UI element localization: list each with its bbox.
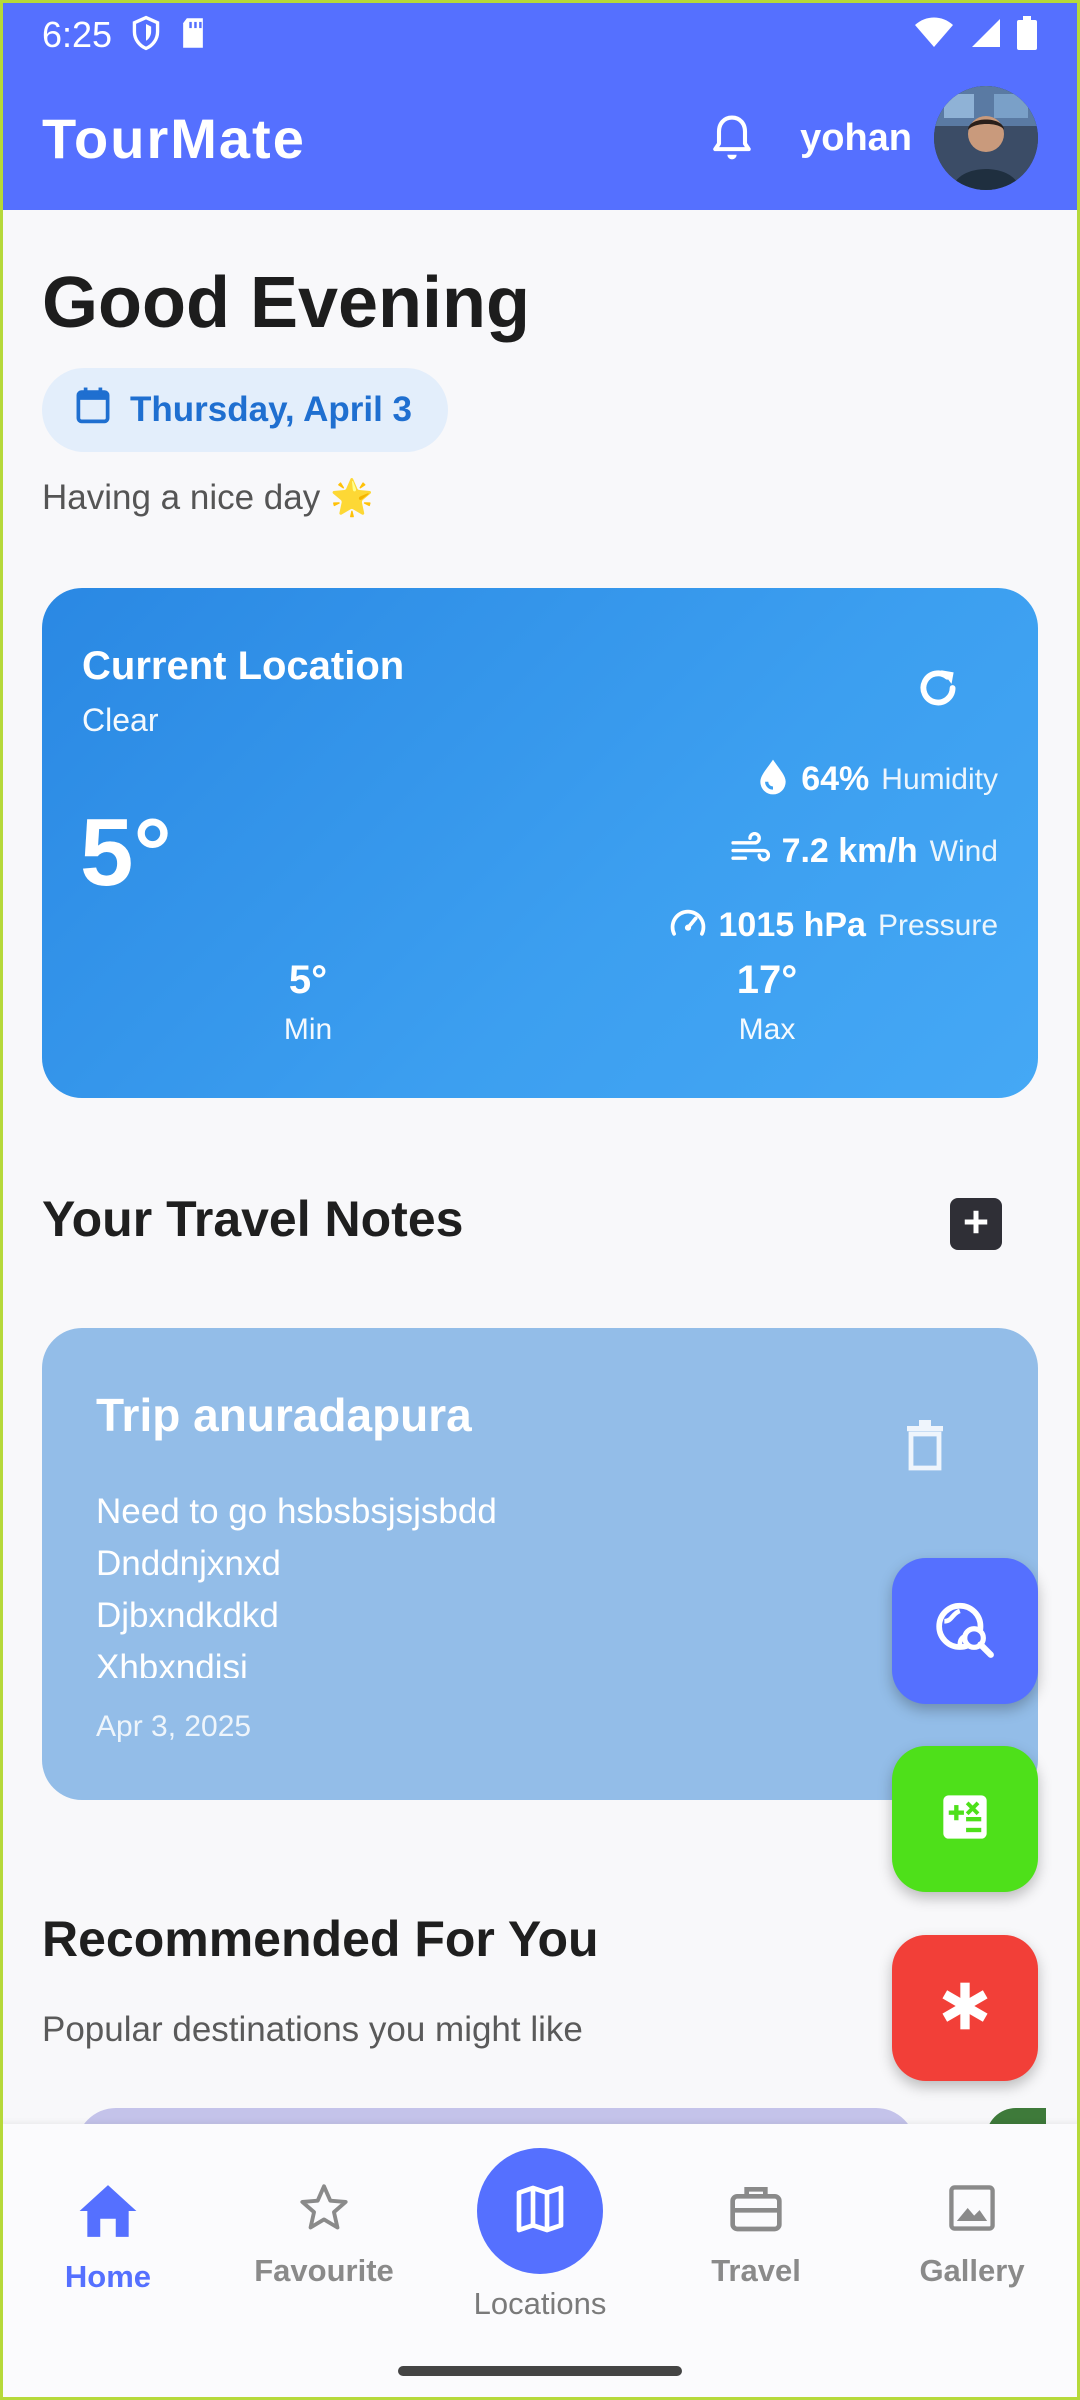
- notification-bell-icon[interactable]: [704, 110, 760, 166]
- wind-value: 7.2 km/h: [781, 832, 918, 870]
- pressure-stat: 1015 hPa Pressure: [669, 906, 998, 945]
- status-time: 6:25: [42, 14, 113, 55]
- weather-card: Current Location Clear 5° 64% Humidity 7…: [42, 588, 1038, 1098]
- max-temp-label: Max: [738, 1013, 796, 1046]
- top-app-bar: 6:25 TourMate yohan: [0, 0, 1080, 210]
- image-icon: [946, 2182, 998, 2239]
- recommended-subtitle: Popular destinations you might like: [42, 2010, 583, 2049]
- plus-icon: [961, 1207, 991, 1242]
- greeting-title: Good Evening: [42, 263, 531, 343]
- greeting-subtitle: Having a nice day 🌟: [42, 478, 374, 517]
- note-card[interactable]: Trip anuradapura Need to go hsbsbsjsjsbd…: [42, 1328, 1038, 1800]
- date-text: Thursday, April 3: [130, 390, 412, 429]
- note-line: Need to go hsbsbsjsjsbdd: [96, 1492, 497, 1531]
- min-temp: 5° Min: [208, 958, 408, 1047]
- user-avatar[interactable]: [934, 86, 1038, 190]
- note-date: Apr 3, 2025: [96, 1710, 252, 1743]
- min-temp-value: 5°: [288, 958, 328, 1002]
- briefcase-icon: [728, 2182, 784, 2239]
- humidity-label: Humidity: [881, 762, 998, 796]
- water-drop-icon: [757, 758, 789, 801]
- travel-explore-button[interactable]: [892, 1558, 1038, 1704]
- map-icon: [512, 2181, 568, 2242]
- max-temp: 17° Max: [667, 958, 867, 1047]
- nav-favourite-label: Favourite: [254, 2253, 394, 2288]
- nav-gallery[interactable]: Gallery: [872, 2182, 1072, 2289]
- date-chip: Thursday, April 3: [42, 368, 448, 452]
- note-line: Dnddnjxnxd: [96, 1544, 281, 1583]
- app-bar: TourMate yohan: [42, 86, 1038, 190]
- asterisk-icon: [937, 1978, 993, 2039]
- humidity-stat: 64% Humidity: [757, 758, 998, 801]
- wind-label: Wind: [929, 834, 998, 868]
- bottom-navigation: Home Favourite Locations Travel Gallery: [0, 2124, 1080, 2400]
- travel-notes-title: Your Travel Notes: [42, 1191, 464, 1247]
- pressure-value: 1015 hPa: [718, 906, 866, 944]
- nav-locations[interactable]: Locations: [440, 2148, 640, 2322]
- travel-explore-icon: [934, 1598, 996, 1665]
- nav-home-label: Home: [64, 2259, 152, 2294]
- add-note-button[interactable]: [950, 1198, 1002, 1250]
- nav-travel-label: Travel: [711, 2253, 801, 2288]
- sd-card-icon: [180, 17, 206, 54]
- max-temp-value: 17°: [736, 958, 798, 1002]
- battery-icon: [1016, 15, 1038, 55]
- nav-locations-circle[interactable]: [477, 2148, 603, 2274]
- pressure-label: Pressure: [877, 908, 998, 942]
- note-title: Trip anuradapura: [96, 1389, 472, 1441]
- nav-gallery-label: Gallery: [919, 2253, 1025, 2288]
- star-icon: [298, 2182, 350, 2239]
- wind-stat: 7.2 km/h Wind: [730, 831, 998, 871]
- speedometer-icon: [669, 906, 707, 945]
- home-icon: [77, 2182, 139, 2245]
- wind-icon: [730, 831, 770, 871]
- calculator-button[interactable]: [892, 1746, 1038, 1892]
- emergency-button[interactable]: [892, 1935, 1038, 2081]
- humidity-value: 64%: [801, 760, 870, 798]
- note-body: Need to go hsbsbsjsjsbdd Dnddnjxnxd Djbx…: [96, 1486, 796, 1678]
- status-bar: 6:25: [42, 10, 1038, 60]
- refresh-icon[interactable]: [908, 658, 968, 718]
- min-temp-label: Min: [283, 1013, 333, 1046]
- home-indicator: [398, 2366, 682, 2376]
- delete-icon[interactable]: [900, 1418, 950, 1478]
- signal-icon: [968, 17, 1002, 54]
- note-line: Xhbxndjsj: [96, 1648, 248, 1678]
- weather-condition: Clear: [82, 702, 159, 738]
- calendar-icon: [74, 386, 112, 435]
- calculator-icon: [939, 1791, 991, 1848]
- username-label[interactable]: yohan: [800, 117, 912, 160]
- shield-icon: [130, 15, 162, 56]
- note-line: Djbxndkdkd: [96, 1596, 279, 1635]
- app-title: TourMate: [42, 106, 306, 170]
- recommended-title: Recommended For You: [42, 1911, 599, 1967]
- nav-travel[interactable]: Travel: [656, 2182, 856, 2289]
- weather-location: Current Location: [82, 644, 405, 688]
- nav-home[interactable]: Home: [8, 2182, 208, 2295]
- nav-locations-label: Locations: [473, 2286, 607, 2321]
- wifi-icon: [914, 17, 954, 54]
- weather-temperature: 5°: [80, 799, 172, 906]
- nav-favourite[interactable]: Favourite: [224, 2182, 424, 2289]
